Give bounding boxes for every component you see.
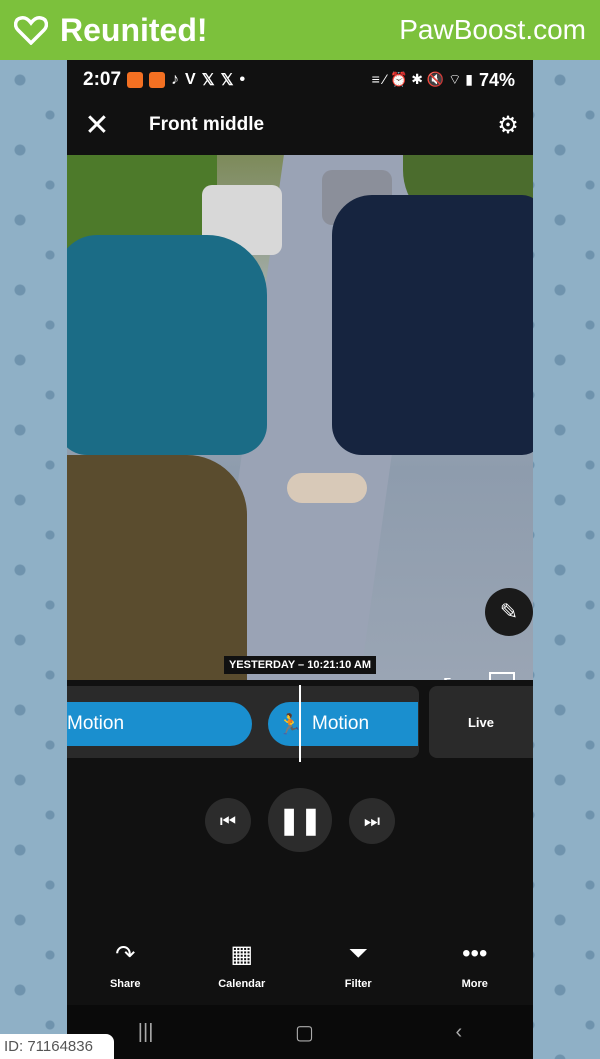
- status-time: 2:07: [83, 69, 122, 90]
- home-icon[interactable]: ▢: [295, 1020, 314, 1045]
- filter-icon: ⏷: [348, 940, 368, 967]
- back-icon[interactable]: ‹: [456, 1021, 463, 1044]
- skip-back-icon: ⏮: [219, 810, 237, 831]
- bushes: [67, 455, 247, 680]
- filter-button[interactable]: ⏷ Filter: [300, 940, 417, 990]
- timestamp-text: YESTERDAY – 10:21:10 AM: [223, 656, 377, 674]
- x-icon: 𝕏: [201, 72, 215, 89]
- temu-icon: [127, 72, 144, 88]
- edit-icon[interactable]: ✎: [485, 588, 533, 636]
- calendar-label: Calendar: [218, 978, 266, 990]
- phone-screen: 2:07 ♪ V 𝕏 𝕏 • ≡ ⁄ ⏰ ✱ 🔇 ⌔ ▮ 74% ✕ Front…: [67, 60, 533, 1059]
- share-icon: ↷: [115, 941, 136, 968]
- app-bar: ✕ Front middle ⚙: [67, 100, 533, 150]
- pause-button[interactable]: ❚❚: [268, 788, 332, 852]
- share-label: Share: [109, 978, 141, 990]
- close-icon[interactable]: ✕: [67, 108, 127, 143]
- camera-title: Front middle: [149, 114, 265, 135]
- skip-forward-icon: ⏭: [363, 810, 381, 831]
- brand-name: PawBoost.com: [399, 14, 586, 45]
- more-button[interactable]: ••• More: [417, 940, 534, 990]
- battery-percent: 74%: [478, 69, 515, 90]
- running-person-icon: 🏃: [277, 713, 303, 736]
- gear-icon[interactable]: ⚙: [483, 111, 533, 140]
- cat: [287, 473, 367, 503]
- motion-event-label-current: Motion: [312, 713, 370, 734]
- car-dark-suv: [332, 195, 533, 455]
- recents-icon[interactable]: |||: [138, 1021, 154, 1044]
- share-button[interactable]: ↷ Share: [67, 940, 184, 990]
- more-label: More: [461, 978, 488, 990]
- timestamp-label: YESTERDAY – 10:21:10 AM: [67, 655, 533, 674]
- filter-label: Filter: [344, 978, 372, 990]
- system-nav-bar: ||| ▢ ‹: [67, 1005, 533, 1059]
- x-icon-2: 𝕏: [220, 72, 234, 89]
- previous-button[interactable]: ⏮: [205, 798, 251, 844]
- temu-icon-2: [149, 72, 166, 88]
- status-bar: 2:07 ♪ V 𝕏 𝕏 • ≡ ⁄ ⏰ ✱ 🔇 ⌔ ▮ 74%: [67, 60, 533, 100]
- shrink-icon[interactable]: ⤡: [443, 673, 461, 680]
- timeline-cursor[interactable]: [299, 685, 301, 762]
- camera-video-feed[interactable]: ✎ ⤡: [67, 155, 533, 680]
- calendar-icon: ▦: [230, 941, 254, 968]
- top-banner: Reunited! PawBoost.com: [0, 0, 600, 60]
- more-icon: •••: [462, 940, 488, 967]
- pause-icon: ❚❚: [278, 804, 322, 835]
- banner-title: Reunited!: [60, 11, 208, 48]
- calendar-button[interactable]: ▦ Calendar: [184, 940, 301, 990]
- dot-icon: •: [239, 71, 246, 88]
- next-button[interactable]: ⏭: [349, 798, 395, 844]
- motion-event-clip-current[interactable]: 🏃 Motion: [268, 702, 418, 746]
- fullscreen-icon[interactable]: [489, 672, 515, 680]
- motion-event-label: Motion: [67, 713, 125, 734]
- bottom-actions: ↷ Share ▦ Calendar ⏷ Filter ••• More: [67, 940, 533, 990]
- tiktok-icon: ♪: [171, 71, 180, 88]
- id-tag: ID: 71164836: [0, 1034, 114, 1059]
- system-status-icons: ≡ ⁄ ⏰ ✱ 🔇 ⌔ ▮: [371, 71, 473, 87]
- live-label: Live: [467, 714, 494, 730]
- car-teal: [67, 235, 267, 455]
- motion-event-clip[interactable]: Motion: [67, 702, 252, 746]
- heart-icon: [14, 16, 48, 45]
- live-button[interactable]: Live: [429, 686, 533, 758]
- status-app-icon-v: V: [185, 71, 196, 88]
